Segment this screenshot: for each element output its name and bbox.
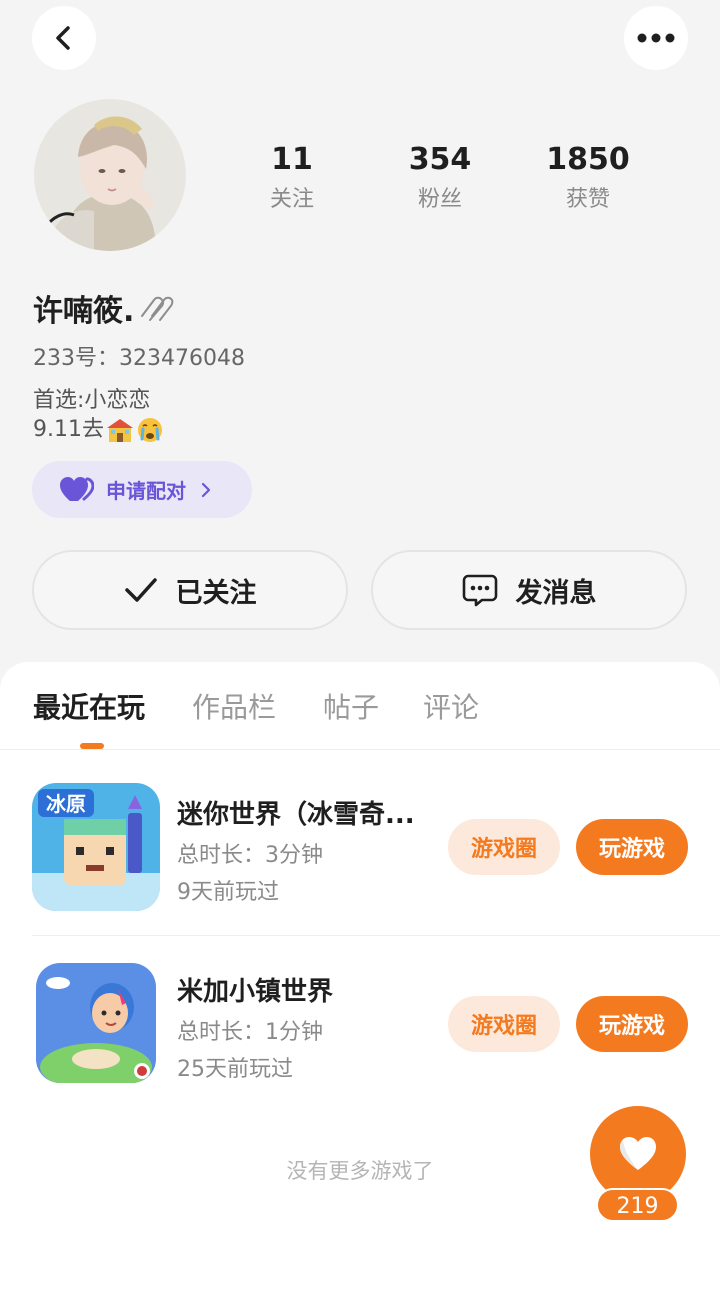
tab-active-indicator xyxy=(80,743,104,749)
play-game-button[interactable]: 玩游戏 xyxy=(576,996,688,1052)
game-circle-button[interactable]: 游戏圈 xyxy=(448,819,560,875)
stat-following-count: 11 xyxy=(271,142,313,177)
game-name: 迷你世界（冰雪奇... xyxy=(177,800,415,830)
more-dots-icon xyxy=(637,33,675,43)
game-duration: 总时长：3分钟 xyxy=(177,843,323,868)
tab-comments[interactable]: 评论 xyxy=(423,686,479,726)
game-icon-miga-town xyxy=(36,963,156,1083)
tab-bar: 最近在玩 作品栏 帖子 评论 xyxy=(0,662,720,750)
send-message-label: 发消息 xyxy=(515,577,597,609)
paperclip-icon xyxy=(141,296,174,321)
stat-likes-count: 1850 xyxy=(546,142,630,177)
username: 许喃筱. xyxy=(33,286,174,330)
chat-bubble-icon xyxy=(462,574,497,607)
stat-likes-label: 获赞 xyxy=(565,187,610,212)
game-duration: 总时长：1分钟 xyxy=(177,1020,323,1045)
like-count-badge: 219 xyxy=(596,1188,679,1222)
chevron-right-icon xyxy=(201,482,211,497)
back-button[interactable] xyxy=(32,6,96,70)
followed-label: 已关注 xyxy=(175,577,257,609)
tab-posts[interactable]: 帖子 xyxy=(323,686,379,726)
stat-fans-count: 354 xyxy=(408,142,472,177)
stat-fans[interactable]: 354 粉丝 xyxy=(375,140,505,220)
followed-button[interactable]: 已关注 xyxy=(32,550,348,630)
bio-line-2-text: 9.11去 xyxy=(33,417,104,442)
heart-icon xyxy=(620,1137,656,1170)
stat-following-label: 关注 xyxy=(269,187,314,212)
username-text: 许喃筱. xyxy=(33,294,135,329)
game-last-played: 9天前玩过 xyxy=(177,880,279,905)
game-row[interactable]: 米加小镇世界 总时长：1分钟 25天前玩过 游戏圈 玩游戏 xyxy=(0,955,720,1105)
game-icon-mini-world: 冰原 xyxy=(32,783,160,911)
bio: 首选:小恋恋 9.11去 xyxy=(33,386,164,444)
game-circle-button[interactable]: 游戏圈 xyxy=(448,996,560,1052)
tab-works[interactable]: 作品栏 xyxy=(192,686,276,726)
play-game-button[interactable]: 玩游戏 xyxy=(576,819,688,875)
apply-pair-label: 申请配对 xyxy=(106,479,186,503)
more-button[interactable] xyxy=(624,6,688,70)
game-last-played: 25天前玩过 xyxy=(177,1057,293,1082)
apply-pair-button[interactable]: 申请配对 xyxy=(32,461,252,518)
stat-likes[interactable]: 1850 获赞 xyxy=(523,140,653,220)
heart-pair-icon xyxy=(60,476,94,501)
crying-face-icon xyxy=(138,417,162,442)
tab-recent-play[interactable]: 最近在玩 xyxy=(33,686,145,726)
user-id: 233号：323476048 xyxy=(33,346,245,371)
stat-following[interactable]: 11 关注 xyxy=(227,140,357,220)
game-divider xyxy=(32,935,720,936)
chevron-left-icon xyxy=(56,26,70,50)
game-name: 米加小镇世界 xyxy=(177,977,334,1007)
bio-line-2: 9.11去 xyxy=(33,415,164,444)
bio-line-1: 首选:小恋恋 xyxy=(33,388,151,413)
send-message-button[interactable]: 发消息 xyxy=(371,550,687,630)
check-icon xyxy=(124,578,157,602)
avatar[interactable] xyxy=(34,99,186,251)
school-emoji-icon xyxy=(107,418,133,442)
stat-fans-label: 粉丝 xyxy=(417,187,462,212)
game-icon-text: 冰原 xyxy=(46,792,86,816)
game-row[interactable]: 冰原 迷你世界（冰雪奇... 总时长：3分钟 9天前玩过 游戏圈 玩游戏 xyxy=(0,778,720,928)
